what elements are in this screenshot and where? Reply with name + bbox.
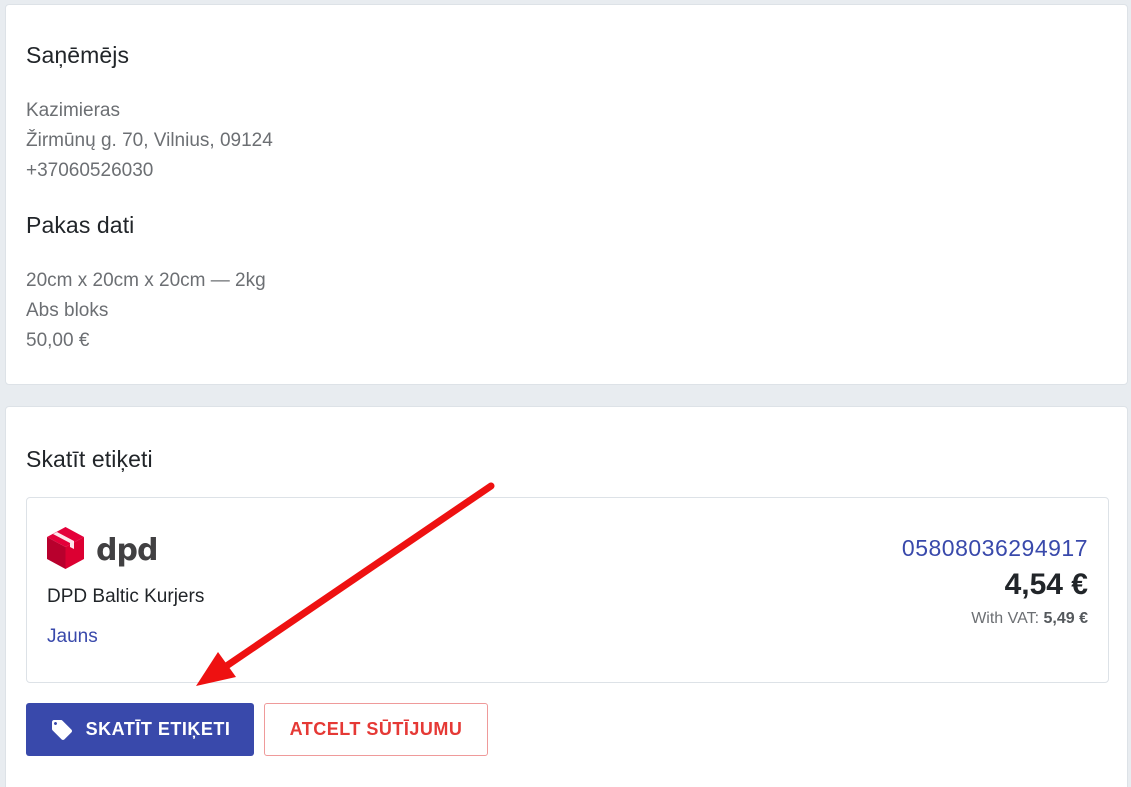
dpd-cube-icon [47, 526, 84, 574]
view-label-button[interactable]: SKATĪT ETIĶETI [26, 703, 254, 756]
carrier-logo-text: dpd [96, 532, 158, 568]
recipient-title: Saņēmējs [26, 42, 130, 68]
recipient-card: Saņēmējs Kazimieras Žirmūnų g. 70, Vilni… [5, 4, 1128, 385]
tracking-number-link[interactable]: 05808036294917 [902, 535, 1088, 562]
tag-icon [50, 718, 74, 742]
recipient-phone: +37060526030 [26, 160, 154, 181]
label-section-title: Skatīt etiķeti [26, 446, 153, 472]
vat-price: 5,49 € [1043, 610, 1088, 627]
cancel-shipment-button-label: ATCELT SŪTĪJUMU [289, 719, 463, 739]
recipient-name: Kazimieras [26, 100, 120, 121]
carrier-logo: dpd [47, 526, 158, 574]
vat-line: With VAT: 5,49 € [971, 610, 1088, 628]
cancel-shipment-button[interactable]: ATCELT SŪTĪJUMU [264, 703, 488, 756]
recipient-address: Žirmūnų g. 70, Vilnius, 09124 [26, 130, 273, 151]
package-dimensions: 20cm x 20cm x 20cm — 2kg [26, 270, 266, 291]
shipment-price: 4,54 € [1004, 568, 1088, 601]
view-label-button-label: SKATĪT ETIĶETI [85, 719, 231, 739]
package-title: Pakas dati [26, 212, 135, 238]
package-value: 50,00 € [26, 330, 90, 351]
shipment-panel: dpd DPD Baltic Kurjers Jauns 05808036294… [26, 497, 1109, 683]
package-description: Abs bloks [26, 300, 109, 321]
label-card: Skatīt etiķeti dpd DPD Baltic Kurjers Ja… [5, 406, 1128, 787]
shipment-status-link[interactable]: Jauns [47, 626, 98, 648]
carrier-name: DPD Baltic Kurjers [47, 586, 205, 607]
vat-label: With VAT: [971, 610, 1040, 627]
